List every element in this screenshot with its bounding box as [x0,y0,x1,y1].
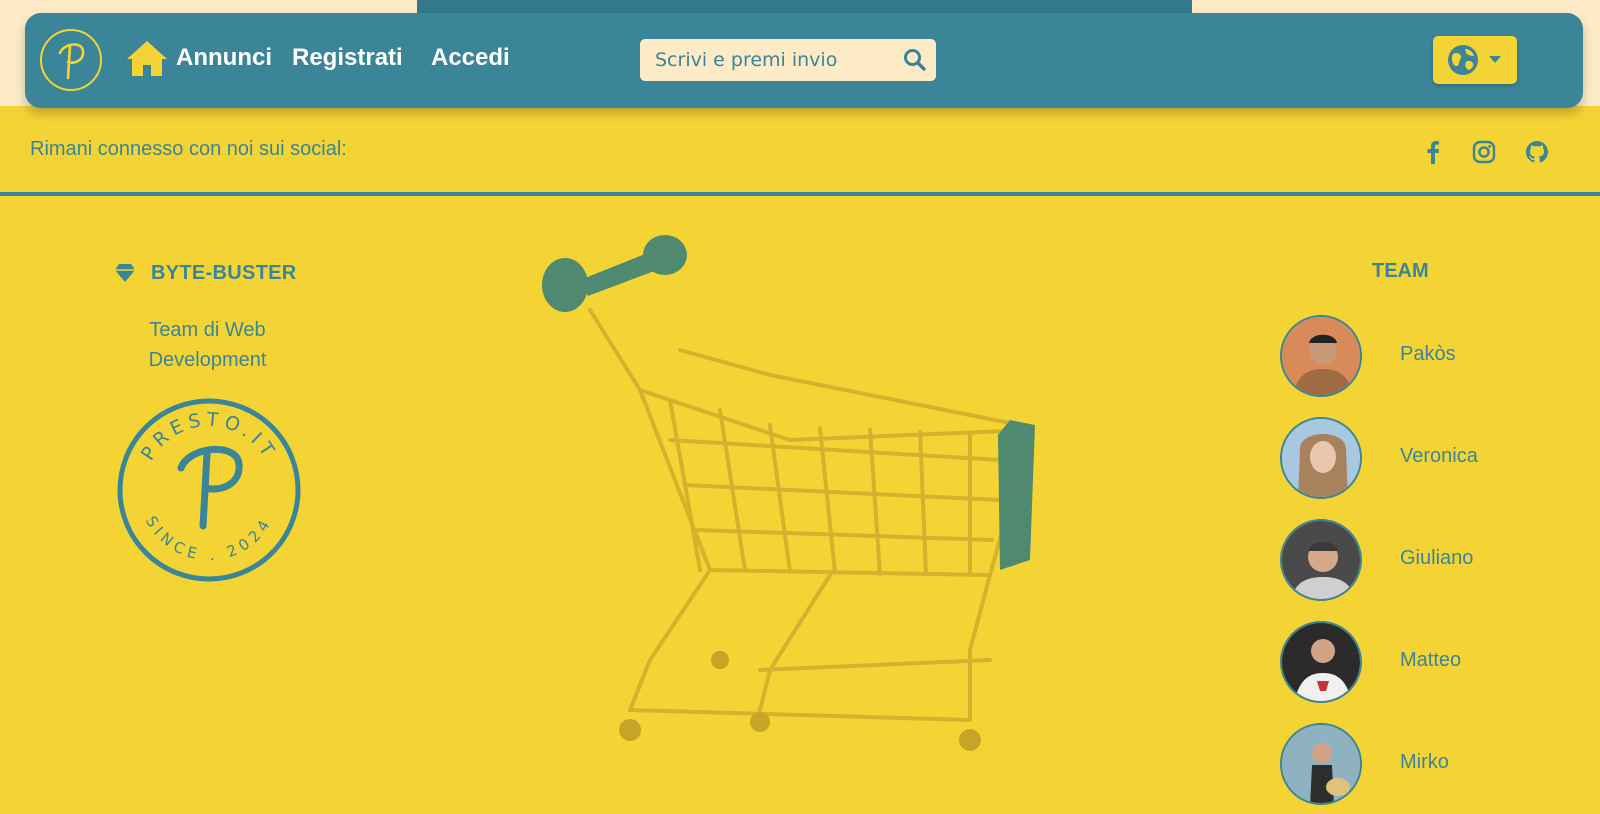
logo-p-icon[interactable] [40,29,102,91]
nav-annunci-link[interactable]: Annunci [126,37,272,79]
member-name: Mirko [1400,751,1449,773]
gem-icon [115,264,135,282]
member-name: Veronica [1400,445,1478,467]
presto-seal-logo: PRESTO.IT SINCE . 2024 [117,398,301,582]
member-name: Pakòs [1400,343,1456,365]
top-tab [417,0,1192,14]
language-dropdown-button[interactable] [1433,36,1517,84]
search-icon[interactable] [902,47,928,73]
avatar [1280,417,1362,499]
seal-bottom-text: SINCE . 2024 [142,513,276,564]
github-icon[interactable] [1524,139,1550,165]
nav-annunci-label: Annunci [176,44,272,71]
nav-registrati-link[interactable]: Registrati [292,37,403,79]
member-name: Giuliano [1400,547,1474,569]
caret-down-icon [1489,56,1501,63]
nav-accedi-link[interactable]: Accedi [431,37,510,79]
member-name: Matteo [1400,649,1462,671]
avatar [1280,723,1362,805]
facebook-icon[interactable] [1420,139,1446,165]
search-form [640,39,936,81]
team-member: Matteo [1280,621,1580,703]
instagram-icon[interactable] [1471,139,1497,165]
home-icon [127,41,167,76]
social-bar: Rimani connesso con noi sui social: [0,108,1600,196]
team-member: Giuliano [1280,519,1580,601]
team-member: Pakòs [1280,315,1580,397]
team-title: TEAM [1372,260,1429,282]
avatar [1280,519,1362,601]
seal-p-glyph [177,446,243,530]
team-member: Mirko [1280,723,1580,805]
shopping-cart-image [542,235,1035,751]
avatar [1280,621,1362,703]
team-member: Veronica [1280,417,1580,499]
brand-heading: BYTE-BUSTER [115,260,297,286]
navbar: Annunci Registrati Accedi [25,13,1583,108]
brand-title: BYTE-BUSTER [151,261,297,284]
social-text: Rimani connesso con noi sui social: [30,138,347,160]
brand-description: Team di Web Development [148,319,267,371]
globe-icon [1448,45,1478,75]
search-input[interactable] [640,39,880,81]
avatar [1280,315,1362,397]
